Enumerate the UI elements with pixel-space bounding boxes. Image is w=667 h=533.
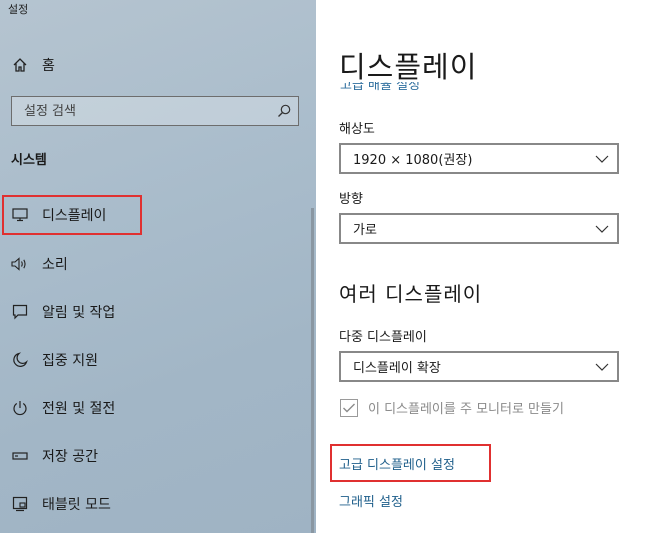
resolution-value: 1920 × 1080(권장)	[353, 153, 473, 168]
sidebar-scrollbar[interactable]	[311, 208, 314, 533]
monitor-icon	[10, 205, 30, 225]
graphics-settings-link[interactable]: 그래픽 설정	[339, 491, 403, 510]
sidebar-item-focus-assist[interactable]: 집중 지원	[0, 342, 300, 378]
tablet-mode-icon	[10, 494, 30, 514]
page-title: 디스플레이	[339, 50, 478, 84]
sidebar-home[interactable]: 홈	[12, 55, 55, 75]
sidebar-item-storage[interactable]: 저장 공간	[0, 438, 300, 474]
main-monitor-checkbox-row[interactable]: 이 디스플레이를 주 모니터로 만들기	[340, 398, 564, 417]
main-monitor-checkbox[interactable]	[340, 398, 358, 417]
multi-display-value: 디스플레이 확장	[353, 361, 441, 376]
checkmark-icon	[343, 403, 355, 412]
sidebar-item-notifications[interactable]: 알림 및 작업	[0, 294, 300, 330]
resolution-dropdown[interactable]: 1920 × 1080(권장)	[339, 143, 619, 174]
main-monitor-checkbox-label: 이 디스플레이를 주 모니터로 만들기	[368, 402, 564, 417]
search-icon[interactable]	[276, 103, 292, 119]
chevron-down-icon	[595, 155, 609, 163]
chevron-down-icon	[595, 225, 609, 233]
orientation-label: 방향	[339, 192, 363, 207]
sidebar-item-label: 태블릿 모드	[42, 497, 111, 513]
sidebar-item-label: 집중 지원	[42, 353, 98, 369]
resolution-label: 해상도	[339, 122, 375, 137]
chevron-down-icon	[595, 363, 609, 371]
sidebar-item-label: 소리	[42, 257, 68, 273]
settings-search-box[interactable]	[11, 96, 299, 126]
sidebar-home-label: 홈	[42, 58, 55, 74]
home-icon	[13, 58, 27, 72]
storage-icon	[10, 446, 30, 466]
power-icon	[10, 398, 30, 418]
sidebar-item-power[interactable]: 전원 및 절전	[0, 390, 300, 426]
multi-display-dropdown[interactable]: 디스플레이 확장	[339, 351, 619, 382]
sidebar-item-display[interactable]: 디스플레이	[2, 195, 142, 235]
multiple-displays-heading: 여러 디스플레이	[339, 282, 483, 306]
window-title: 설정	[8, 3, 29, 16]
multi-display-label: 다중 디스플레이	[339, 330, 427, 345]
advanced-scaling-link[interactable]: 고급 배율 설정	[340, 82, 420, 92]
sidebar-item-sound[interactable]: 소리	[0, 246, 300, 282]
display-settings-panel: 디스플레이 고급 배율 설정 해상도 1920 × 1080(권장) 방향 가로…	[316, 0, 667, 533]
section-label-system: 시스템	[11, 153, 47, 168]
orientation-dropdown[interactable]: 가로	[339, 213, 619, 244]
sidebar-item-label: 알림 및 작업	[42, 305, 116, 321]
speaker-icon	[10, 254, 30, 274]
moon-icon	[10, 350, 30, 370]
advanced-display-settings-link[interactable]: 고급 디스플레이 설정	[339, 454, 455, 473]
settings-sidebar: 설정 홈 시스템 디스플레이	[0, 0, 316, 533]
sidebar-item-label: 저장 공간	[42, 449, 98, 465]
sidebar-item-label: 전원 및 절전	[42, 401, 116, 417]
sidebar-item-tablet-mode[interactable]: 태블릿 모드	[0, 486, 300, 522]
orientation-value: 가로	[353, 223, 377, 238]
notification-icon	[10, 302, 30, 322]
advanced-scaling-link-label: 고급 배율 설정	[340, 82, 421, 92]
sidebar-item-label: 디스플레이	[42, 208, 107, 224]
settings-search-input[interactable]	[24, 103, 264, 119]
